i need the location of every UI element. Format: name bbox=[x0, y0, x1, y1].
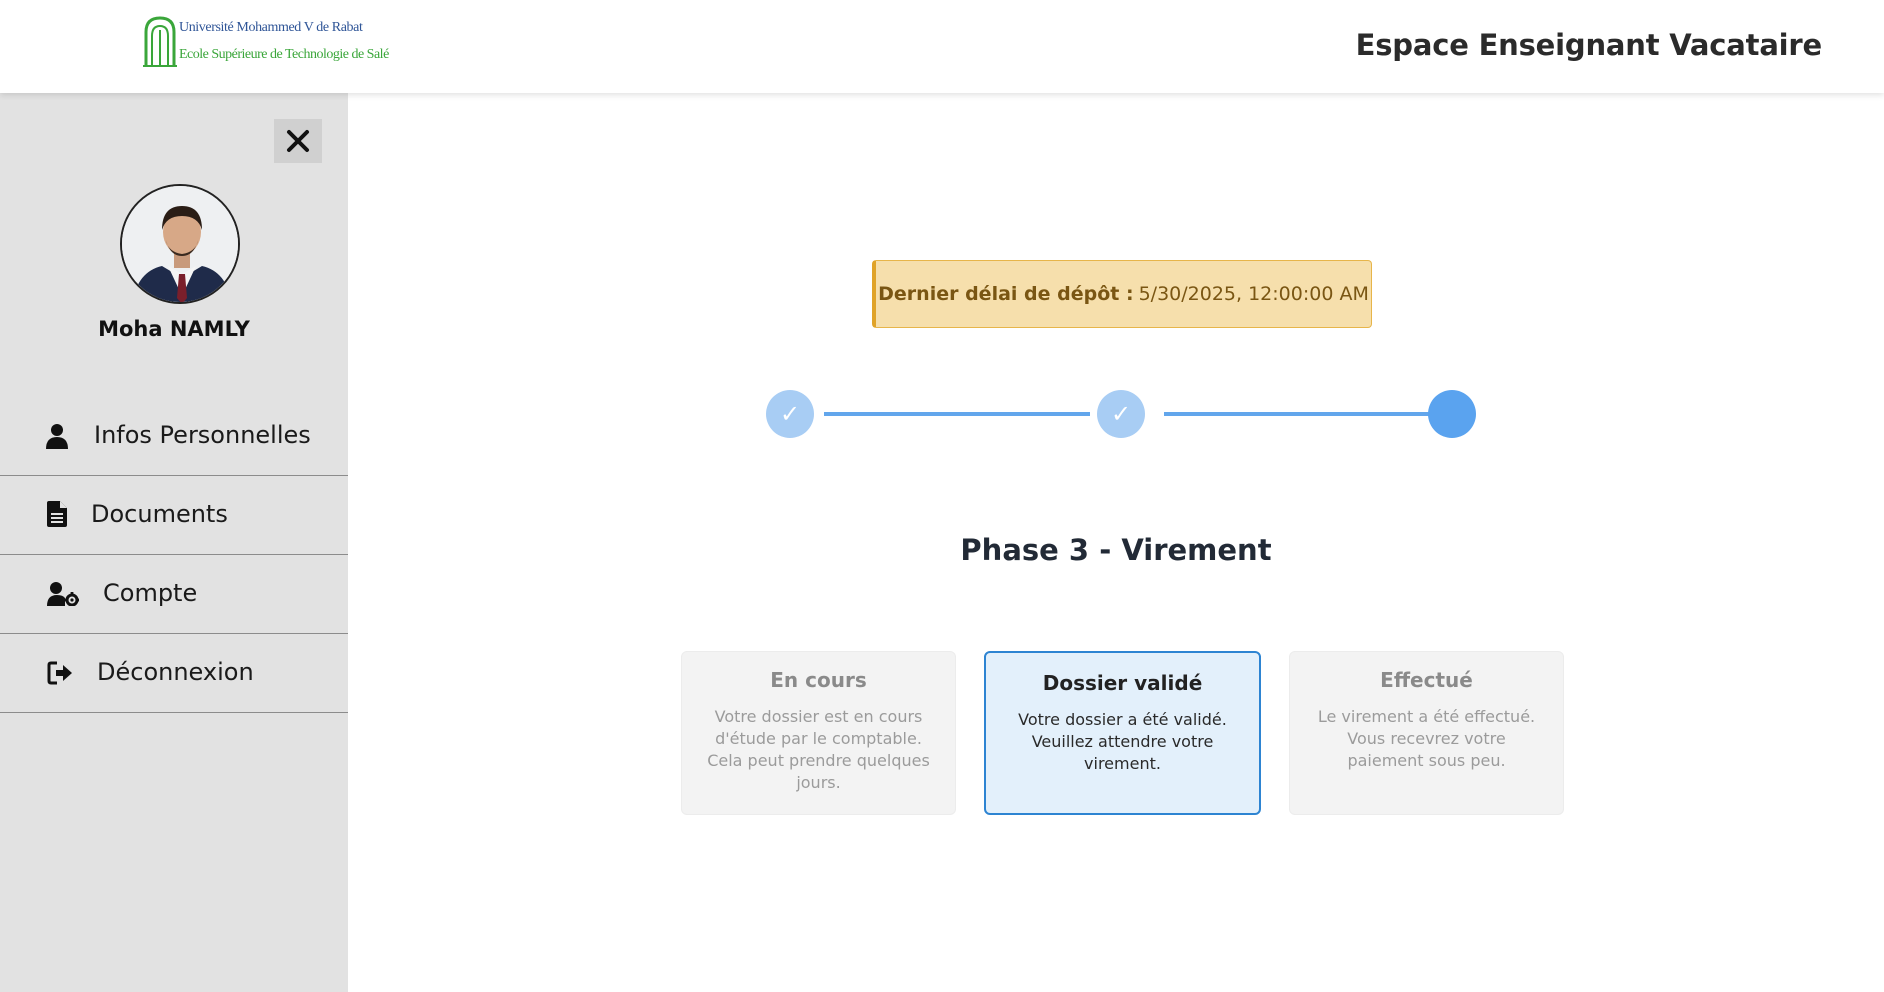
close-sidebar-button[interactable] bbox=[274, 119, 322, 163]
status-card-description: Votre dossier est en cours d'étude par l… bbox=[707, 707, 930, 792]
status-card-description: Le virement a été effectué. Vous recevre… bbox=[1317, 707, 1536, 770]
deadline-banner: Dernier délai de dépôt : 5/30/2025, 12:0… bbox=[872, 260, 1372, 328]
status-card-title: Effectué bbox=[1380, 668, 1473, 692]
sidebar-item-label: Déconnexion bbox=[97, 658, 254, 686]
check-icon: ✓ bbox=[1110, 400, 1132, 428]
logo-text-university: Université Mohammed V de Rabat bbox=[179, 20, 363, 35]
step-1-done: ✓ bbox=[766, 390, 814, 438]
sidebar-item-compte[interactable]: Compte bbox=[0, 555, 348, 634]
status-card-dossier-valide: Dossier validé Votre dossier a été valid… bbox=[984, 651, 1261, 815]
avatar bbox=[120, 184, 240, 304]
user-photo bbox=[122, 186, 238, 302]
status-card-en-cours: En cours Votre dossier est en cours d'ét… bbox=[681, 651, 956, 815]
logo-text-school: Ecole Supérieure de Technologie de Salé bbox=[179, 47, 389, 62]
step-3-active bbox=[1428, 390, 1476, 438]
user-name: Moha NAMLY bbox=[98, 317, 250, 341]
status-card-effectue: Effectué Le virement a été effectué. Vou… bbox=[1289, 651, 1564, 815]
status-card-description: Votre dossier a été validé. Veuillez att… bbox=[1018, 710, 1227, 773]
sidebar-item-label: Infos Personnelles bbox=[94, 421, 311, 449]
sidebar: Moha NAMLY Infos Personnelles Documents … bbox=[0, 93, 348, 992]
user-gear-icon bbox=[47, 582, 79, 606]
deadline-value: 5/30/2025, 12:00:00 AM bbox=[1138, 283, 1369, 305]
stepper-connector bbox=[1164, 412, 1430, 416]
university-logo: Université Mohammed V de Rabat Ecole Sup… bbox=[143, 14, 389, 70]
user-icon bbox=[46, 423, 68, 449]
status-card-title: En cours bbox=[770, 668, 867, 692]
phase-title: Phase 3 - Virement bbox=[960, 533, 1272, 567]
sidebar-menu: Infos Personnelles Documents Compte Déco… bbox=[0, 397, 348, 713]
status-card-title: Dossier validé bbox=[1042, 671, 1203, 695]
sidebar-item-label: Documents bbox=[91, 500, 228, 528]
step-2-done: ✓ bbox=[1097, 390, 1145, 438]
sidebar-item-deconnexion[interactable]: Déconnexion bbox=[0, 634, 348, 713]
document-icon bbox=[47, 501, 67, 527]
top-header: Université Mohammed V de Rabat Ecole Sup… bbox=[0, 0, 1884, 93]
close-icon bbox=[287, 130, 309, 152]
sidebar-item-documents[interactable]: Documents bbox=[0, 476, 348, 555]
sidebar-item-label: Compte bbox=[103, 579, 198, 607]
sidebar-item-infos-personnelles[interactable]: Infos Personnelles bbox=[0, 397, 348, 476]
app-title: Espace Enseignant Vacataire bbox=[1355, 28, 1823, 62]
deadline-label: Dernier délai de dépôt : bbox=[878, 283, 1134, 305]
logo-emblem-icon bbox=[143, 16, 177, 67]
progress-stepper: ✓ ✓ bbox=[766, 386, 1486, 442]
main-content: Dernier délai de dépôt : 5/30/2025, 12:0… bbox=[348, 93, 1884, 992]
logout-icon bbox=[47, 661, 73, 685]
check-icon: ✓ bbox=[779, 400, 801, 428]
stepper-connector bbox=[824, 412, 1090, 416]
